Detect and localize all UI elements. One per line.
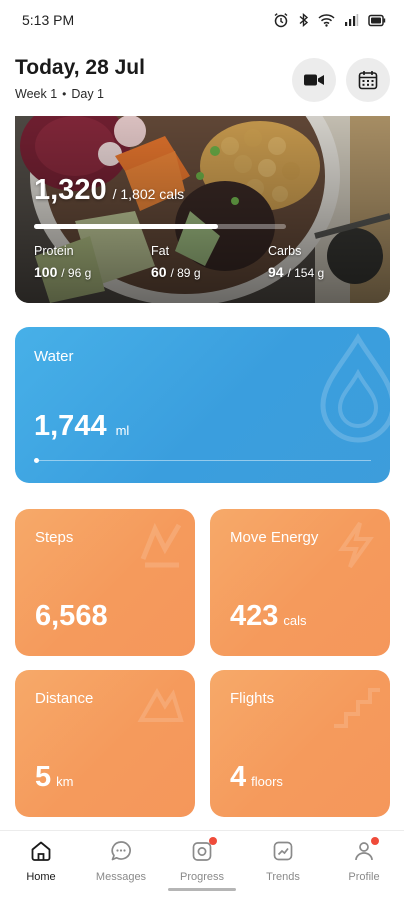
calories-value: 1,320 / 1,802 cals (34, 174, 184, 207)
tab-profile[interactable]: Profile (324, 837, 404, 883)
home-icon (29, 839, 53, 863)
week-day-subtitle: Week 1 • Day 1 (15, 87, 104, 101)
tab-home[interactable]: Home (1, 839, 81, 883)
steps-card[interactable]: Steps 6,568 (15, 509, 195, 656)
week-label: Week 1 (15, 87, 58, 101)
camera-icon (190, 837, 217, 863)
wifi-icon (318, 14, 335, 27)
macro-fat: Fat 60 / 89 g (151, 244, 201, 280)
alarm-icon (274, 13, 288, 28)
separator-dot: • (62, 87, 67, 101)
calories-progress-bar (34, 224, 286, 229)
tab-label: Messages (95, 871, 147, 883)
flights-card[interactable]: Flights 4 floors (210, 670, 390, 817)
energy-watermark-icon (338, 521, 374, 569)
steps-watermark-icon (140, 522, 182, 568)
chat-icon (109, 839, 133, 863)
stat-title: Move Energy (230, 529, 319, 546)
macro-value: 100 / 96 g (34, 264, 91, 280)
bluetooth-icon (299, 12, 309, 28)
macro-target: / 96 g (61, 266, 92, 280)
stat-unit: cals (283, 613, 307, 628)
calories-target: / 1,802 cals (112, 186, 185, 202)
macro-target: / 154 g (287, 266, 325, 280)
calories-progress-fill (34, 224, 218, 229)
tab-label: Trends (266, 871, 300, 883)
stat-amount: 6,568 (35, 600, 108, 632)
tab-label: Home (26, 871, 56, 883)
stat-value: 423 cals (230, 600, 307, 633)
stat-unit: km (56, 774, 74, 789)
status-bar: 5:13 PM (0, 0, 404, 40)
tab-messages[interactable]: Messages (81, 839, 161, 883)
trend-icon (271, 839, 295, 863)
water-value: 1,744 ml (34, 410, 129, 443)
page-title: Today, 28 Jul (15, 56, 145, 79)
macro-value: 60 / 89 g (151, 264, 201, 280)
water-title: Water (34, 348, 74, 365)
home-indicator (168, 888, 236, 891)
status-icons (273, 12, 386, 28)
macro-label: Protein (34, 244, 74, 258)
stat-title: Flights (230, 690, 275, 707)
macro-target: / 89 g (170, 266, 201, 280)
video-button[interactable] (292, 58, 336, 102)
tab-label: Profile (348, 871, 380, 883)
stat-amount: 4 (230, 761, 247, 793)
macro-amount: 60 (151, 264, 167, 280)
stat-value: 4 floors (230, 761, 283, 794)
signal-icon (345, 14, 359, 26)
tab-trends[interactable]: Trends (243, 839, 323, 883)
header: Today, 28 Jul Week 1 • Day 1 (0, 48, 404, 112)
macro-label: Fat (151, 244, 170, 258)
notification-badge (209, 837, 217, 845)
day-label: Day 1 (71, 87, 105, 101)
stat-amount: 5 (35, 761, 52, 793)
distance-watermark-icon (137, 687, 184, 722)
water-drop-icon (320, 333, 390, 443)
tab-label: Progress (179, 871, 225, 883)
distance-card[interactable]: Distance 5 km (15, 670, 195, 817)
calories-consumed: 1,320 (34, 174, 107, 206)
stat-amount: 423 (230, 600, 279, 632)
stat-unit: floors (251, 774, 283, 789)
macro-amount: 94 (268, 264, 284, 280)
macro-label: Carbs (268, 244, 302, 258)
stat-title: Distance (35, 690, 94, 707)
water-progress-marker (34, 458, 39, 463)
status-time: 5:13 PM (22, 12, 75, 28)
water-card[interactable]: Water 1,744 ml (15, 327, 390, 483)
profile-icon (352, 837, 379, 863)
notification-badge (371, 837, 379, 845)
macro-amount: 100 (34, 264, 58, 280)
water-amount: 1,744 (34, 410, 107, 442)
battery-icon (368, 14, 386, 26)
water-progress-bar (34, 458, 371, 463)
macro-value: 94 / 154 g (268, 264, 324, 280)
macro-carbs: Carbs 94 / 154 g (268, 244, 324, 280)
water-unit: ml (115, 423, 130, 438)
calories-card[interactable]: 1,320 / 1,802 cals Protein 100 / 96 g Fa… (15, 116, 390, 303)
stairs-watermark-icon (334, 688, 380, 728)
stat-title: Steps (35, 529, 74, 546)
macro-protein: Protein 100 / 96 g (34, 244, 91, 280)
video-camera-icon (304, 74, 324, 86)
move-energy-card[interactable]: Move Energy 423 cals (210, 509, 390, 656)
stat-value: 6,568 (35, 600, 108, 633)
calendar-icon (358, 71, 378, 90)
calendar-button[interactable] (346, 58, 390, 102)
tab-progress[interactable]: Progress (162, 837, 242, 883)
stat-value: 5 km (35, 761, 73, 794)
